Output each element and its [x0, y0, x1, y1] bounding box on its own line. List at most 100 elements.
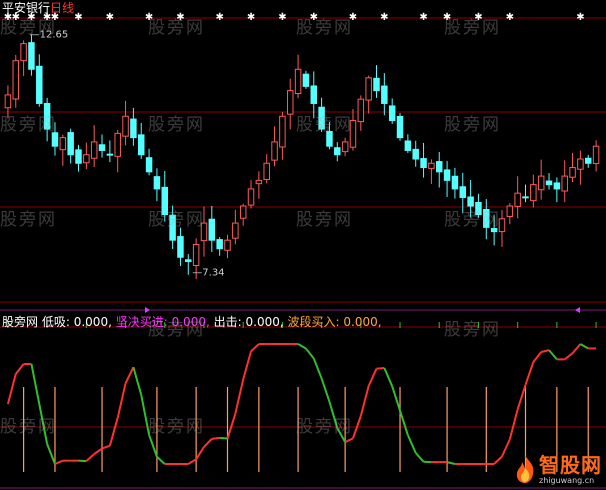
low-label: —7.34 [192, 268, 224, 279]
oscillator-segment [548, 349, 558, 361]
oscillator-segment [414, 452, 425, 463]
watermark: 股旁网 [444, 115, 501, 135]
candle-body [341, 141, 349, 153]
oscillator-segment [101, 444, 111, 450]
oscillator-segment [312, 358, 323, 379]
brand-url: zhiguwang.cn [539, 475, 595, 485]
oscillator-segment [187, 458, 197, 465]
candle-body [130, 118, 137, 139]
watermark: 股旁网 [148, 115, 205, 135]
left-arrow-icon [145, 307, 150, 313]
watermark: 股旁网 [0, 210, 57, 230]
candle-body [20, 43, 27, 62]
candle-body [122, 115, 129, 137]
oscillator-segment [376, 367, 385, 370]
oscillator-segment [320, 378, 331, 403]
right-arrow-icon [575, 307, 580, 313]
watermark: 股旁网 [296, 210, 353, 230]
candle-body [443, 169, 451, 181]
candle-body [114, 132, 121, 157]
oscillator-segment [501, 438, 511, 457]
candle-body [224, 239, 231, 251]
oscillator-segment [383, 367, 394, 387]
candle-body [388, 105, 396, 122]
candle-body [412, 148, 419, 160]
oscillator-segment [516, 384, 527, 410]
candle-body [106, 153, 114, 156]
candle-body [294, 68, 302, 95]
indicator-item-dixi: 低吸: 0.000, [41, 315, 112, 329]
candle-body [239, 205, 247, 219]
top-marker: ✱ [278, 12, 286, 23]
oscillator-segment [305, 347, 315, 360]
candle-body [137, 134, 145, 156]
candle-body [192, 243, 200, 266]
candle-body [530, 184, 537, 202]
candle-body [59, 137, 67, 151]
oscillator-segment [242, 351, 252, 380]
candle-body [592, 145, 600, 164]
oscillator-segment [508, 409, 519, 440]
oscillator-segment [532, 351, 542, 363]
oscillator-line [6, 343, 597, 465]
oscillator-segment [344, 437, 354, 443]
candle-body [459, 186, 467, 198]
watermark: 股旁网 [148, 320, 205, 340]
oscillator-segment [132, 366, 143, 396]
oscillator-segment [297, 343, 307, 350]
candle-body [569, 167, 576, 178]
oscillator-segment [226, 413, 237, 439]
candle-body [584, 157, 592, 164]
candle-body [12, 60, 20, 100]
candle-body [577, 158, 584, 170]
oscillator-segment [156, 455, 166, 465]
oscillator-segment [219, 436, 228, 440]
candle-body [36, 65, 43, 104]
candle-body [216, 239, 223, 250]
candle-body [404, 140, 412, 151]
oscillator-segment [195, 446, 205, 460]
watermark: 股旁网 [296, 115, 353, 135]
signal-bars [7, 322, 597, 472]
candle-body [90, 141, 98, 159]
candle-body [263, 162, 270, 180]
oscillator-segment [359, 385, 370, 417]
indicator-name: 股旁网 [2, 315, 39, 329]
oscillator-segment [446, 461, 456, 465]
top-marker: ✱ [419, 12, 427, 23]
candle-body [435, 161, 443, 173]
top-marker: ✱ [576, 12, 584, 23]
candle-body [522, 196, 529, 199]
top-marker: ✱ [247, 12, 255, 23]
oscillator-segment [116, 383, 127, 419]
candle-body [67, 132, 74, 156]
oscillator-segment [148, 434, 158, 458]
candle-body [279, 115, 286, 148]
candle-body [185, 259, 192, 263]
top-marker: ✱ [506, 12, 514, 23]
candle-body [357, 98, 365, 123]
watermark: 股旁网 [0, 417, 57, 437]
watermark: 股旁网 [0, 115, 57, 135]
oscillator-segment [14, 363, 25, 375]
candle-body [255, 179, 263, 185]
oscillator-segment [571, 343, 582, 354]
candle-body [83, 154, 90, 164]
oscillator-segment [540, 349, 550, 353]
oscillator-segment [579, 343, 589, 350]
flame-icon [516, 455, 534, 483]
candle-body [28, 42, 35, 70]
oscillator-segment [93, 447, 103, 455]
oscillator-segment [211, 436, 220, 440]
candle-body [302, 73, 310, 87]
candle-body [381, 85, 388, 104]
candle-body [153, 176, 161, 190]
candle-body [396, 115, 404, 139]
oscillator-segment [108, 417, 119, 446]
oscillator-segment [524, 361, 535, 386]
oscillator-segment [6, 373, 17, 405]
oscillator-segment [234, 379, 245, 415]
candle-body [247, 188, 255, 206]
oscillator-segment [124, 366, 135, 384]
candlestick-series [4, 34, 600, 280]
